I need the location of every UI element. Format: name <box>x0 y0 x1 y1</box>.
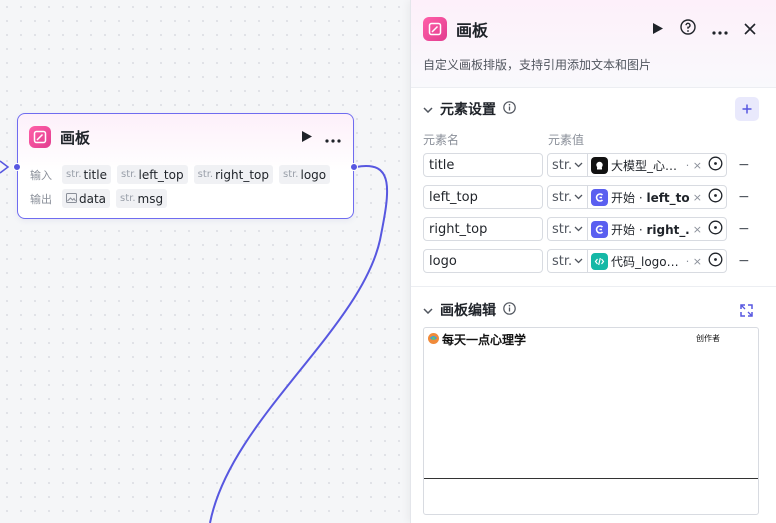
variable-picker-icon[interactable] <box>708 156 723 174</box>
canvas-divider-line <box>424 478 758 479</box>
remove-element-button[interactable]: − <box>738 157 750 173</box>
element-row: left_top str. 开始 · left_top × − <box>423 185 750 209</box>
add-element-button[interactable] <box>735 97 759 121</box>
remove-element-button[interactable]: − <box>738 253 750 269</box>
input-tag-right-top: str. right_top <box>193 165 273 184</box>
element-row: right_top str. 开始 · right_… × − <box>423 217 750 241</box>
node-config-panel: 画板 自定义画板排版，支持引用添加文本和图片 元素设置 元素名 元素值 titl… <box>410 0 776 523</box>
input-tag-logo: str. logo <box>278 165 331 184</box>
info-icon[interactable] <box>503 301 516 319</box>
close-icon[interactable] <box>744 20 756 39</box>
node-inputs-row: 输入 str. title str. left_top str. right_top … <box>30 165 331 184</box>
type-select[interactable]: str. <box>548 218 588 240</box>
output-tag-data: data <box>62 189 111 208</box>
variable-picker-icon[interactable] <box>708 188 723 206</box>
start-node-icon <box>591 220 608 238</box>
inputs-label: 输入 <box>30 168 52 182</box>
canvas-title-text[interactable]: 每天一点心理学 <box>427 331 526 348</box>
element-name-input[interactable]: title <box>423 153 543 177</box>
chevron-down-icon <box>574 258 583 264</box>
variable-picker-icon[interactable] <box>708 252 723 270</box>
canvas-app-icon <box>29 126 51 148</box>
output-port[interactable] <box>350 163 358 171</box>
element-value-field[interactable]: str. 开始 · right_… × <box>547 217 727 241</box>
output-tag-msg: str. msg <box>116 189 168 208</box>
canvas-small-text[interactable]: 创作者 <box>696 333 720 344</box>
panel-title: 画板 <box>456 21 489 40</box>
reference-chip[interactable]: 代码_logo… · × <box>588 252 726 270</box>
element-value-field[interactable]: str. 大模型_心… · × <box>547 153 727 177</box>
help-icon[interactable] <box>680 19 696 39</box>
panel-header: 画板 自定义画板排版，支持引用添加文本和图片 <box>411 0 776 88</box>
remove-reference-icon[interactable]: × <box>693 191 702 204</box>
element-row: logo str. 代码_logo… · × − <box>423 249 750 273</box>
outputs-label: 输出 <box>30 192 52 206</box>
node-outputs-row: 输出 data str. msg <box>30 189 168 208</box>
canvas-editor-section: 画板编辑 每天一点心理学 创作者 <box>411 287 776 523</box>
type-select[interactable]: str. <box>548 154 588 176</box>
element-name-input[interactable]: right_top <box>423 217 543 241</box>
run-icon[interactable] <box>652 20 664 39</box>
more-icon[interactable] <box>712 20 728 39</box>
run-icon[interactable] <box>301 128 313 147</box>
reference-chip[interactable]: 开始 · left_top × <box>588 188 726 206</box>
info-icon[interactable] <box>503 100 516 118</box>
section-title-elements: 元素设置 <box>440 102 496 118</box>
expand-icon[interactable] <box>740 302 753 321</box>
chevron-down-icon <box>574 162 583 168</box>
canvas-app-icon <box>423 17 447 41</box>
canvas-node[interactable]: 画板 输入 str. title str. left_top str. right_t… <box>13 113 358 219</box>
chevron-down-icon[interactable] <box>423 101 433 117</box>
canvas-editor[interactable]: 每天一点心理学 创作者 <box>423 327 759 515</box>
element-row: title str. 大模型_心… · × − <box>423 153 750 177</box>
more-icon[interactable] <box>325 128 341 147</box>
type-select[interactable]: str. <box>548 186 588 208</box>
chevron-down-icon <box>574 226 583 232</box>
element-value-field[interactable]: str. 开始 · left_top × <box>547 185 727 209</box>
remove-element-button[interactable]: − <box>738 189 750 205</box>
variable-picker-icon[interactable] <box>708 220 723 238</box>
remove-element-button[interactable]: − <box>738 221 750 237</box>
start-node-icon <box>591 188 608 206</box>
element-name-input[interactable]: logo <box>423 249 543 273</box>
remove-reference-icon[interactable]: · × <box>686 255 702 268</box>
input-port[interactable] <box>13 163 21 171</box>
reference-chip[interactable]: 开始 · right_… × <box>588 220 726 238</box>
remove-reference-icon[interactable]: · × <box>686 159 702 172</box>
node-title: 画板 <box>60 128 91 147</box>
code-icon <box>591 252 608 270</box>
brain-logo-icon <box>427 332 440 348</box>
chevron-down-icon[interactable] <box>423 302 433 318</box>
column-header-name: 元素名 <box>423 133 460 147</box>
section-title-editor: 画板编辑 <box>440 303 496 319</box>
input-tag-title: str. title <box>62 165 111 184</box>
element-settings-section: 元素设置 元素名 元素值 title str. 大模型_心… · × − lef… <box>411 88 776 287</box>
type-select[interactable]: str. <box>548 250 588 272</box>
reference-chip[interactable]: 大模型_心… · × <box>588 156 726 174</box>
chevron-down-icon <box>574 194 583 200</box>
remove-reference-icon[interactable]: × <box>693 223 702 236</box>
element-name-input[interactable]: left_top <box>423 185 543 209</box>
image-icon <box>66 192 77 206</box>
llm-icon <box>591 156 608 174</box>
panel-description: 自定义画板排版，支持引用添加文本和图片 <box>423 58 652 72</box>
input-tag-left-top: str. left_top <box>116 165 188 184</box>
element-value-field[interactable]: str. 代码_logo… · × <box>547 249 727 273</box>
column-header-value: 元素值 <box>548 133 585 147</box>
